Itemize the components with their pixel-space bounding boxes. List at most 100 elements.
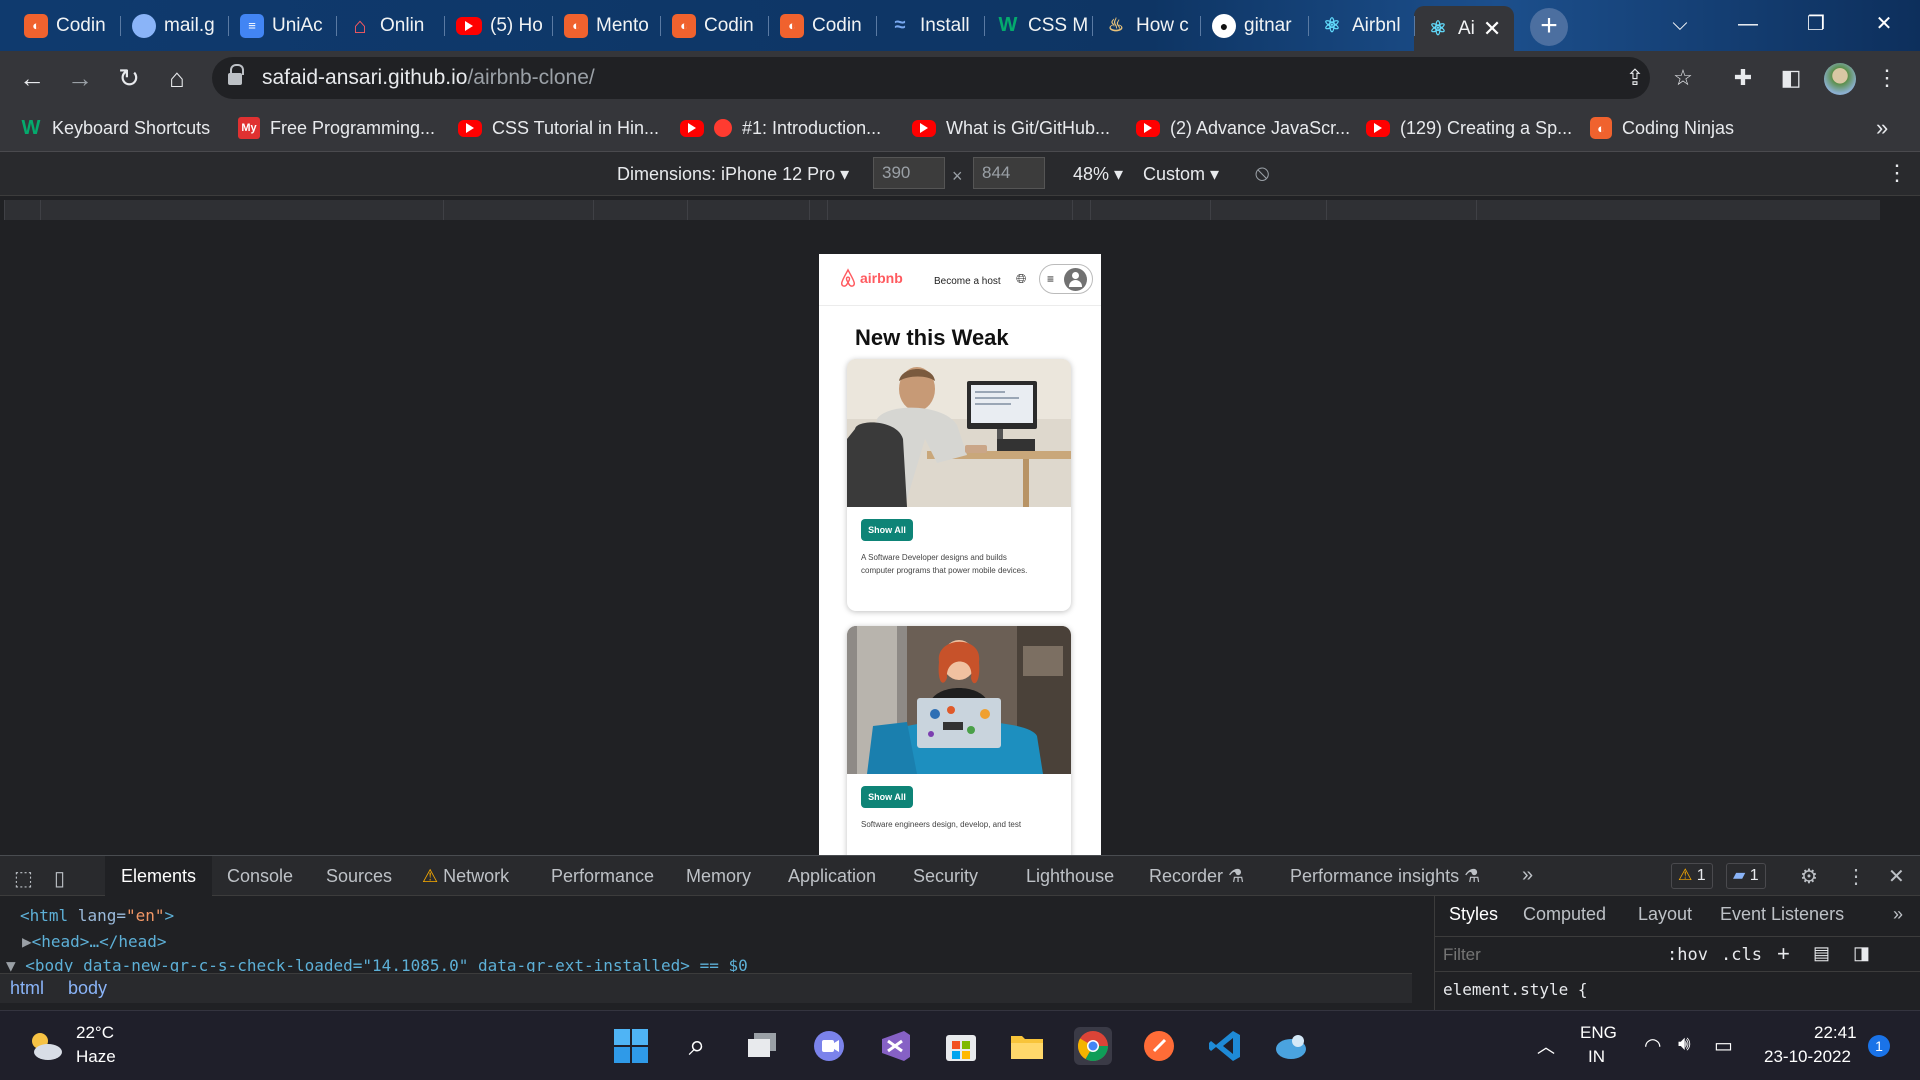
extensions-icon[interactable]: ✚ [1728,63,1758,93]
teams-chat-icon[interactable] [810,1027,848,1065]
media-query-segment[interactable] [443,200,593,220]
media-query-segment[interactable] [40,200,443,220]
tab-memory[interactable]: Memory [686,866,751,887]
width-input[interactable] [873,157,945,189]
paint-brush-icon[interactable]: ▤ [1813,943,1830,964]
reload-icon[interactable]: ↻ [113,62,145,94]
bookmark-item[interactable]: CSS Tutorial in Hin... [458,113,659,143]
tab-styles[interactable]: Styles [1449,904,1498,925]
messages-badge[interactable]: ▰ 1 [1726,863,1766,889]
gear-icon[interactable]: ⚙ [1800,864,1818,889]
add-rule-icon[interactable]: + [1777,941,1790,967]
file-explorer-icon[interactable] [1008,1027,1046,1065]
tab-sources[interactable]: Sources [326,866,392,887]
close-devtools-icon[interactable]: ✕ [1888,864,1905,889]
notification-badge[interactable]: 1 [1868,1035,1890,1057]
browser-tab[interactable]: ≈ Install [876,6,984,45]
browser-tab-active[interactable]: ⚛ Ai ✕ [1414,6,1514,51]
microsoft-store-icon[interactable] [942,1027,980,1065]
media-query-segment[interactable] [1326,200,1476,220]
browser-tab[interactable]: (5) Ho [444,6,552,45]
address-bar[interactable]: safaid-ansari.github.io/airbnb-clone/ [212,57,1650,99]
tab-security[interactable]: Security [913,866,978,887]
bookmark-item[interactable]: What is Git/GitHub... [912,113,1110,143]
dom-node-body[interactable]: ▼ <body data-new-gr-c-s-check-loaded="14… [6,956,748,972]
language-label[interactable]: ENG [1580,1023,1617,1043]
bookmark-item[interactable]: #1: Introduction... [680,113,881,143]
dom-node-head[interactable]: ▶<head>…</head> [22,932,167,951]
tab-application[interactable]: Application [788,866,876,887]
browser-tab[interactable]: ◐ Codin [12,6,120,45]
throttle-select[interactable]: Custom ▾ [1143,164,1219,185]
browser-tab[interactable]: ♨ How c [1092,6,1200,45]
devtools-menu-icon[interactable]: ⋮ [1846,864,1866,889]
media-query-segment[interactable] [809,200,827,220]
become-host-link[interactable]: Become a host [934,276,1001,287]
restore-button[interactable]: ❐ [1792,6,1840,42]
bookmark-item[interactable]: My Free Programming... [238,113,435,143]
browser-tab[interactable]: ● gitnar [1200,6,1308,45]
tab-network[interactable]: ⚠ Network [422,866,509,887]
breadcrumb-body[interactable]: body [68,978,107,999]
cls-toggle[interactable]: .cls [1721,945,1762,965]
media-query-segment[interactable] [4,200,40,220]
media-query-segment[interactable] [1072,200,1090,220]
airbnb-logo[interactable]: airbnb [839,268,903,288]
media-query-segment[interactable] [1090,200,1210,220]
new-tab-button[interactable]: + [1530,8,1568,46]
dom-node-html[interactable]: <html lang="en"> [20,906,174,925]
tab-layout[interactable]: Layout [1638,904,1692,925]
tab-computed[interactable]: Computed [1523,904,1606,925]
menu-kebab-icon[interactable]: ⋮ [1872,63,1902,93]
tab-event-listeners[interactable]: Event Listeners [1720,904,1844,925]
user-menu-button[interactable]: ≡ [1039,264,1093,294]
browser-tab[interactable]: ◐ Codin [660,6,768,45]
height-input[interactable] [973,157,1045,189]
forward-icon[interactable]: → [64,62,96,94]
media-query-segment[interactable] [1210,200,1326,220]
volume-icon[interactable]: 🔊︎ [1678,1033,1691,1056]
minimize-button[interactable]: — [1724,6,1772,42]
more-options-icon[interactable]: ⋮ [1886,160,1908,186]
close-tab-icon[interactable]: ✕ [1483,16,1501,42]
task-view-icon[interactable] [744,1027,782,1065]
hov-toggle[interactable]: :hov [1667,945,1708,965]
show-all-button[interactable]: Show All [861,519,913,541]
chevron-up-icon[interactable]: ︿ [1537,1033,1555,1059]
bookmark-item[interactable]: ◐ Coding Ninjas [1590,113,1734,143]
more-tabs-icon[interactable]: » [1522,864,1533,887]
browser-tab[interactable]: ≡ UniAc [228,6,336,45]
tab-recorder[interactable]: Recorder ⚗ [1149,866,1244,887]
media-query-segment[interactable] [593,200,687,220]
clock-date[interactable]: 23-10-2022 [1764,1047,1851,1067]
wifi-icon[interactable]: ◠ [1644,1033,1661,1058]
browser-tab[interactable]: mail.g [120,6,228,45]
visual-studio-icon[interactable] [876,1027,914,1065]
browser-tab[interactable]: ⌂ Onlin [336,6,444,45]
warnings-badge[interactable]: ⚠ 1 [1671,863,1713,889]
browser-tab[interactable]: W CSS M [984,6,1092,45]
sidebar-toggle-icon[interactable]: ◨ [1853,943,1870,964]
browser-tab[interactable]: ◐ Mento [552,6,660,45]
clock-time[interactable]: 22:41 [1814,1023,1857,1043]
vscode-icon[interactable] [1206,1027,1244,1065]
tab-performance[interactable]: Performance [551,866,654,887]
bookmarks-overflow-button[interactable]: » [1876,113,1888,143]
tab-console[interactable]: Console [227,866,293,887]
media-query-bar[interactable] [0,197,1920,223]
media-query-segment[interactable] [1476,200,1880,220]
postman-icon[interactable] [1140,1027,1178,1065]
bookmark-item[interactable]: (2) Advance JavaScr... [1136,113,1350,143]
chrome-icon[interactable] [1074,1027,1112,1065]
share-icon[interactable]: ⇪ [1620,63,1650,93]
battery-icon[interactable]: ▭ [1714,1033,1733,1058]
bookmark-item[interactable]: W Keyboard Shortcuts [20,113,211,143]
rotate-icon[interactable]: ⦸ [1255,160,1269,186]
chevron-down-icon[interactable]: ⌵ [1656,6,1704,42]
profile-avatar[interactable] [1824,63,1856,95]
more-tabs-icon[interactable]: » [1893,904,1903,925]
tab-lighthouse[interactable]: Lighthouse [1026,866,1114,887]
close-window-button[interactable]: ✕ [1860,6,1908,42]
breadcrumb-html[interactable]: html [10,978,44,999]
zoom-select[interactable]: 48% ▾ [1073,164,1123,185]
